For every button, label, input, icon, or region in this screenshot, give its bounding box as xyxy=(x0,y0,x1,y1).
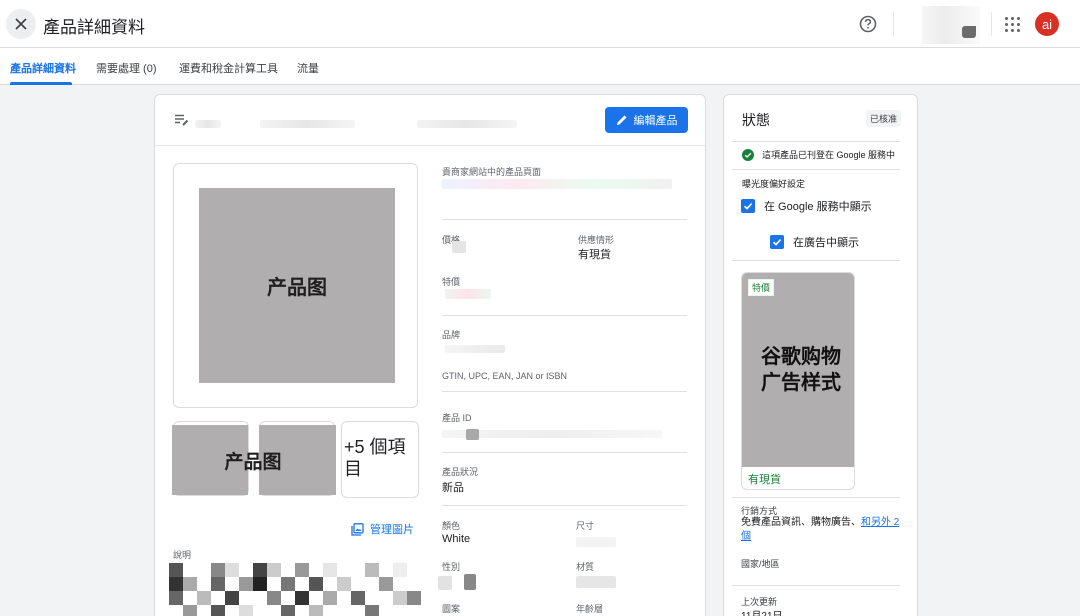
tab-traffic[interactable]: 流量 xyxy=(297,60,319,76)
gtin-label: GTIN, UPC, EAN, JAN or ISBN xyxy=(442,371,568,381)
main-product-image[interactable]: 产品图 xyxy=(173,163,418,408)
last-update-value: 11月21日 xyxy=(741,607,783,616)
gender-label: 性別 xyxy=(442,562,461,572)
manage-images-label: 管理圖片 xyxy=(370,524,414,536)
pattern-label: 圖案 xyxy=(442,604,461,614)
availability-label: 供應情形 xyxy=(578,235,615,245)
close-button[interactable] xyxy=(6,9,36,39)
sale-tag: 特價 xyxy=(748,279,775,296)
edit-product-label: 編輯產品 xyxy=(633,115,678,127)
material-value-blurred xyxy=(576,576,616,588)
ad-preview-image-placeholder: 谷歌购物广告样式 xyxy=(742,273,854,467)
size-label: 尺寸 xyxy=(576,521,595,531)
divider xyxy=(442,505,687,506)
marketing-value: 免費產品資訊、購物廣告、和另外 2 個 xyxy=(741,517,900,542)
show-in-ads-label: 在廣告中顯示 xyxy=(793,237,859,249)
material-label: 材質 xyxy=(576,562,595,572)
merchant-page-link-blurred[interactable] xyxy=(442,179,672,189)
condition-value: 新品 xyxy=(442,482,464,494)
edit-product-button[interactable]: 編輯產品 xyxy=(605,107,688,133)
edit-notes-icon xyxy=(175,114,189,126)
product-details-card: 編輯產品 产品图 产品图 +5 個項目 管理圖片 說明 貴商家網站中的產品頁面 … xyxy=(154,94,706,616)
active-tab-indicator xyxy=(10,82,72,85)
product-title-blurred xyxy=(195,120,221,128)
sale-price-value-blurred xyxy=(445,289,491,299)
check-circle-icon xyxy=(742,148,754,161)
avatar[interactable]: ai xyxy=(1035,12,1059,36)
divider xyxy=(732,585,900,586)
tab-bar: 產品詳細資料 需要處理 (0) 運費和稅金計算工具 流量 xyxy=(0,48,1080,85)
condition-label: 產品狀況 xyxy=(442,467,479,477)
color-label: 顏色 xyxy=(442,521,461,531)
listing-status-text: 這項產品已刊登在 Google 服務中 xyxy=(762,150,896,160)
account-switcher-blurred[interactable] xyxy=(922,6,980,44)
show-in-google-checkbox[interactable]: 在 Google 服務中顯示 xyxy=(741,198,872,214)
price-value-blurred xyxy=(452,241,466,253)
thumbnail-placeholder-label: 产品图 xyxy=(224,451,282,473)
ad-stock-status: 有現貨 xyxy=(748,474,781,486)
shopping-ad-preview: 谷歌购物广告样式 特價 有現貨 xyxy=(741,272,855,490)
tab-needs-attention[interactable]: 需要處理 (0) xyxy=(96,60,157,76)
checkbox-checked-icon xyxy=(770,235,784,249)
divider xyxy=(991,12,992,36)
product-id-value-blurred xyxy=(466,429,479,440)
divider xyxy=(732,141,900,142)
checkbox-checked-icon xyxy=(741,199,755,213)
tab-product-details[interactable]: 產品詳細資料 xyxy=(10,60,76,76)
brand-value-blurred xyxy=(445,345,505,353)
visibility-label: 曝光度偏好設定 xyxy=(742,179,806,189)
show-in-ads-checkbox[interactable]: 在廣告中顯示 xyxy=(770,234,859,250)
divider xyxy=(442,452,687,453)
product-title-blurred xyxy=(260,120,355,128)
country-label: 國家/地區 xyxy=(741,559,780,569)
pencil-icon xyxy=(616,115,626,125)
close-icon xyxy=(15,18,27,30)
card-header: 編輯產品 xyxy=(155,95,705,146)
size-value-blurred xyxy=(576,537,616,547)
listing-status-row: 這項產品已刊登在 Google 服務中 xyxy=(742,148,895,161)
divider xyxy=(732,169,900,170)
sale-price-label: 特價 xyxy=(442,277,461,287)
more-images-button[interactable]: +5 個項目 xyxy=(341,421,419,498)
page-title: 產品詳細資料 xyxy=(43,18,145,37)
brand-label: 品牌 xyxy=(442,330,461,340)
divider xyxy=(893,12,894,36)
tab-shipping-tax-calculator[interactable]: 運費和稅金計算工具 xyxy=(179,60,278,76)
color-value: White xyxy=(442,533,471,545)
image-library-icon xyxy=(351,522,364,536)
product-image-placeholder: 产品图 xyxy=(199,188,395,383)
help-button[interactable] xyxy=(858,14,878,39)
divider xyxy=(732,260,900,261)
manage-images-link[interactable]: 管理圖片 xyxy=(351,521,414,537)
show-in-google-label: 在 Google 服務中顯示 xyxy=(764,201,872,213)
merchant-page-label: 貴商家網站中的產品頁面 xyxy=(442,167,542,177)
description-label: 說明 xyxy=(173,550,192,560)
divider xyxy=(442,315,687,316)
description-pixelated xyxy=(169,563,425,616)
status-badge: 已核准 xyxy=(866,110,902,127)
gender-value-blurred xyxy=(438,576,452,590)
apps-grid-icon[interactable] xyxy=(1004,16,1020,32)
gender-value-blurred xyxy=(464,574,476,590)
help-circle-icon xyxy=(859,15,877,33)
status-card: 狀態 已核准 這項產品已刊登在 Google 服務中 曝光度偏好設定 在 Goo… xyxy=(723,94,918,616)
divider xyxy=(732,497,900,498)
divider xyxy=(442,391,687,392)
availability-value: 有現貨 xyxy=(578,249,611,261)
age-group-label: 年齡層 xyxy=(576,604,604,614)
product-title-blurred xyxy=(417,120,517,128)
product-id-label: 產品 ID xyxy=(442,413,472,423)
status-title: 狀態 xyxy=(742,112,770,128)
top-app-bar: 產品詳細資料 ai xyxy=(0,0,1080,48)
divider xyxy=(442,219,687,220)
